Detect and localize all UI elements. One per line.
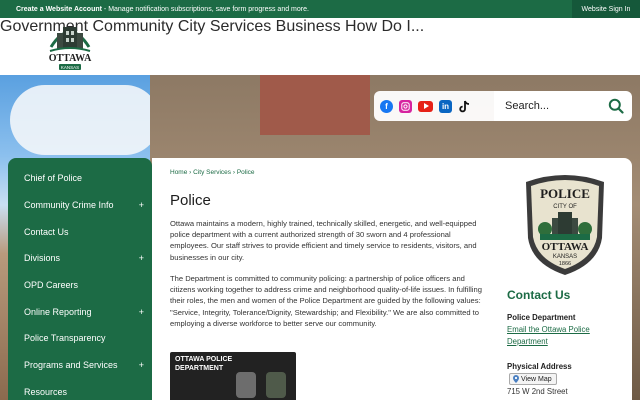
- create-account-link[interactable]: Create a Website Account - Manage notifi…: [0, 6, 309, 13]
- photo-caption-line-2: DEPARTMENT: [175, 364, 224, 372]
- view-map-button[interactable]: View Map: [509, 373, 557, 385]
- website-sign-in-button[interactable]: Website Sign In: [572, 0, 640, 18]
- social-media-bar: f in: [374, 91, 494, 121]
- right-sidebar: POLICE CITY OF OTTAWA KANSAS 1866 Contac…: [496, 158, 632, 400]
- physical-address-label: Physical Address: [507, 362, 572, 371]
- sidebar-item-contact-us[interactable]: Contact Us: [8, 219, 152, 245]
- police-sidebar-nav: Chief of Police Community Crime Info + Co…: [8, 158, 152, 400]
- sidebar-item-label: OPD Careers: [24, 280, 79, 290]
- nav-item-business[interactable]: Business: [276, 18, 341, 35]
- sidebar-item-label: Police Transparency: [24, 333, 106, 343]
- seal-city-of-text: CITY OF: [553, 204, 577, 210]
- sidebar-item-label: Community Crime Info: [24, 200, 114, 210]
- intro-paragraph: Ottawa maintains a modern, highly traine…: [170, 219, 477, 262]
- search-input[interactable]: [505, 100, 605, 112]
- sidebar-item-resources[interactable]: Resources: [8, 379, 152, 400]
- main-content: Home › City Services › Police Police Ott…: [152, 158, 496, 400]
- map-pin-icon: [513, 375, 519, 383]
- contact-us-heading: Contact Us: [507, 288, 571, 302]
- sidebar-item-label: Programs and Services: [24, 360, 118, 370]
- sidebar-item-label: Chief of Police: [24, 173, 83, 183]
- street-address: 715 W 2nd Street: [507, 387, 568, 396]
- sidebar-item-opd-careers[interactable]: OPD Careers: [8, 272, 152, 298]
- expand-plus-icon[interactable]: +: [139, 360, 144, 370]
- top-utility-bar: Create a Website Account - Manage notifi…: [0, 0, 640, 18]
- sidebar-item-label: Divisions: [24, 253, 61, 263]
- seal-city-text: OTTAWA: [542, 241, 589, 253]
- police-seal-icon: POLICE CITY OF OTTAWA KANSAS 1866: [526, 175, 604, 275]
- sidebar-item-label: Resources: [24, 387, 68, 397]
- seal-state-text: KANSAS: [553, 254, 577, 260]
- tiktok-icon[interactable]: [458, 100, 471, 113]
- email-police-link[interactable]: Email the Ottawa Police Department: [507, 324, 617, 347]
- sidebar-item-label: Online Reporting: [24, 307, 92, 317]
- nav-item-community[interactable]: Community: [93, 18, 174, 35]
- sidebar-item-online-reporting[interactable]: Online Reporting +: [8, 299, 152, 325]
- sidebar-item-programs-and-services[interactable]: Programs and Services +: [8, 352, 152, 378]
- create-account-description: - Manage notification subscriptions, sav…: [101, 5, 309, 13]
- instagram-icon[interactable]: [399, 99, 412, 113]
- patch-icon: [266, 372, 286, 398]
- facebook-icon[interactable]: f: [380, 99, 393, 113]
- hero-cloud: [10, 85, 160, 155]
- create-account-label[interactable]: Create a Website Account: [16, 6, 102, 13]
- expand-plus-icon[interactable]: +: [139, 253, 144, 263]
- breadcrumb-home-link[interactable]: Home: [170, 169, 187, 176]
- search-icon[interactable]: [608, 98, 624, 114]
- nav-item-city-services[interactable]: City Services: [178, 18, 271, 35]
- sidebar-item-divisions[interactable]: Divisions +: [8, 245, 152, 271]
- hero-roof: [260, 75, 370, 135]
- seal-year-text: 1866: [559, 261, 571, 267]
- sidebar-item-chief-of-police[interactable]: Chief of Police: [8, 165, 152, 191]
- view-map-label: View Map: [521, 375, 552, 383]
- photo-caption-line-1: OTTAWA POLICE: [175, 356, 233, 363]
- badge-icon: [236, 372, 256, 398]
- sidebar-item-label: Contact Us: [24, 227, 69, 237]
- site-header: OTTAWA KANSAS Government Community City …: [0, 18, 640, 75]
- logo-subtitle: KANSAS: [61, 65, 79, 70]
- page-title: Police: [170, 192, 211, 209]
- breadcrumb: Home › City Services › Police: [170, 169, 255, 176]
- breadcrumb-current[interactable]: Police: [237, 169, 255, 176]
- department-photo[interactable]: OTTAWA POLICE DEPARTMENT: [170, 352, 296, 400]
- sidebar-item-police-transparency[interactable]: Police Transparency: [8, 325, 152, 351]
- nav-item-how-do-i[interactable]: How Do I...: [345, 18, 424, 35]
- expand-plus-icon[interactable]: +: [139, 307, 144, 317]
- youtube-icon[interactable]: [418, 100, 433, 112]
- main-navigation: Government Community City Services Busin…: [0, 18, 640, 36]
- site-search: [494, 91, 632, 121]
- department-label: Police Department: [507, 313, 576, 322]
- photo-caption: OTTAWA POLICE DEPARTMENT: [175, 356, 232, 373]
- community-policing-paragraph: The Department is committed to community…: [170, 274, 482, 328]
- seal-top-text: POLICE: [540, 186, 590, 201]
- linkedin-icon[interactable]: in: [439, 99, 452, 113]
- breadcrumb-city-services-link[interactable]: City Services: [193, 169, 231, 176]
- ottawa-logo-icon[interactable]: OTTAWA KANSAS: [46, 21, 94, 73]
- expand-plus-icon[interactable]: +: [139, 200, 144, 210]
- logo-name: OTTAWA: [49, 53, 92, 64]
- sidebar-item-community-crime-info[interactable]: Community Crime Info +: [8, 192, 152, 218]
